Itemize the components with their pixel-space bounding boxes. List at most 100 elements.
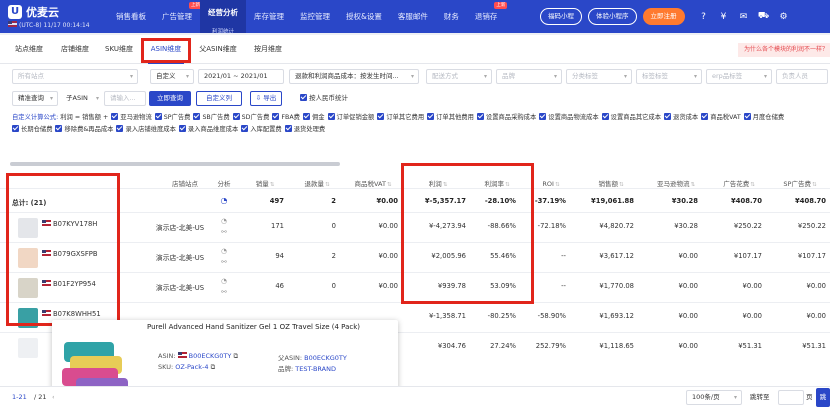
- formula-item[interactable]: 长期仓储费: [12, 124, 52, 136]
- formula-item[interactable]: 佣金: [302, 112, 325, 124]
- date-mode-select[interactable]: 自定义 ▾: [150, 69, 194, 84]
- new-badge: 上新: [494, 2, 508, 9]
- export-icon: ⇩: [255, 94, 262, 102]
- formula-item[interactable]: SP广告费: [154, 112, 190, 124]
- shipping-select[interactable]: 配送方式 ▾: [426, 69, 492, 84]
- checkbox-icon: [664, 113, 672, 120]
- cell-revenue: ¥4,820.72: [599, 222, 634, 230]
- nav-label: 客服邮件: [397, 12, 428, 21]
- cell-refund: 0: [331, 222, 336, 230]
- jump-page-input[interactable]: [778, 390, 804, 405]
- popup-asin-link[interactable]: B00ECKG0TY: [189, 352, 232, 360]
- formula-item[interactable]: 设置商品物流成本: [539, 112, 599, 124]
- brand-select[interactable]: 品牌 ▾: [496, 69, 562, 84]
- formula-item[interactable]: 订单促销金额: [327, 112, 374, 124]
- search-field-select[interactable]: 子ASIN ▾: [60, 91, 104, 106]
- custom-columns-button[interactable]: 自定义列: [196, 91, 242, 106]
- settings-icon[interactable]: ⚙: [777, 12, 791, 22]
- mini-program-button[interactable]: 福码小程: [540, 8, 582, 25]
- formula-item[interactable]: 设置商品其它成本: [601, 112, 661, 124]
- cell-vat: ¥0.00: [378, 282, 398, 290]
- cell-roi: 252.79%: [535, 342, 566, 350]
- tab-parent-asin[interactable]: 父ASIN维度: [194, 35, 242, 64]
- category-select[interactable]: 分类标签 ▾: [566, 69, 632, 84]
- formula-item[interactable]: 移除费&再品成本: [55, 124, 113, 136]
- formula-item[interactable]: 退货成本: [664, 112, 698, 124]
- cell-margin: 27.24%: [490, 342, 516, 350]
- analysis-link-icon[interactable]: ◔ ⚯: [214, 246, 234, 268]
- search-mode-select[interactable]: 精准查询 ▾: [12, 91, 58, 106]
- page-size-select[interactable]: 100条/页 ▾: [686, 390, 742, 405]
- export-button[interactable]: ⇩ 导出: [250, 91, 282, 106]
- horizontal-scrollbar[interactable]: [10, 162, 340, 166]
- cell-qty: 94: [275, 252, 284, 260]
- checkbox-icon: [427, 113, 435, 120]
- cell-margin: -80.25%: [487, 312, 516, 320]
- wallet-icon[interactable]: ¥: [717, 12, 731, 22]
- formula-item[interactable]: FBA费: [272, 112, 300, 124]
- nav-customer-email[interactable]: 客服邮件: [390, 0, 436, 33]
- formula-item[interactable]: 利润 = 销售额 +: [60, 112, 108, 124]
- formula-item[interactable]: 订单其它费用: [377, 112, 424, 124]
- tag-select[interactable]: 标签标签 ▾: [636, 69, 702, 84]
- analysis-link-icon[interactable]: ◔ ⚯: [214, 216, 234, 238]
- tab-sku[interactable]: SKU维度: [100, 35, 138, 64]
- prev-page-button[interactable]: ‹: [52, 391, 55, 404]
- formula-item[interactable]: 录入商品维度成本: [178, 124, 238, 136]
- formula-item[interactable]: 设置商品采购成本: [476, 112, 536, 124]
- copy-icon[interactable]: ⧉: [233, 352, 238, 360]
- logo[interactable]: U 优麦云: [8, 4, 59, 20]
- formula-item[interactable]: 月度仓储费: [743, 112, 784, 124]
- cell-sp: ¥51.31: [802, 342, 826, 350]
- cost-mode-select[interactable]: 退款和利润商品成本：按发生时间... ▾: [289, 69, 419, 84]
- nav-ads-management[interactable]: 广告管理 上新: [154, 0, 202, 33]
- nav-finance[interactable]: 财务: [436, 0, 467, 33]
- page-range: 1-21: [12, 393, 27, 401]
- nav-label: 库存管理: [254, 12, 284, 21]
- go-button[interactable]: 跳: [816, 388, 830, 407]
- tab-monthly[interactable]: 按月维度: [248, 35, 288, 64]
- formula-item[interactable]: 退货处理费: [284, 124, 325, 136]
- highlight-profit-columns: [401, 163, 534, 304]
- profit-formula: 自定义计算公式: 利润 = 销售额 + 亚马逊物流 SP广告费 SB广告费 SD广告费 F…: [12, 112, 827, 136]
- rmb-stats-checkbox[interactable]: 按人民币统计: [294, 91, 356, 106]
- cart-icon[interactable]: ⛟: [757, 11, 771, 22]
- formula-item[interactable]: SD广告费: [232, 112, 269, 124]
- product-thumbnail[interactable]: [18, 338, 38, 358]
- formula-item[interactable]: 亚马逊物流: [111, 112, 152, 124]
- search-input[interactable]: 请输入...: [104, 91, 146, 106]
- nav-inventory[interactable]: 库存管理: [246, 0, 292, 33]
- date-range-picker[interactable]: 2021/01 ~ 2021/01: [198, 69, 284, 84]
- formula-item[interactable]: 商品税VAT: [701, 112, 741, 124]
- formula-item[interactable]: 入库配置费: [241, 124, 282, 136]
- copy-icon[interactable]: ⧉: [211, 363, 216, 371]
- tab-site[interactable]: 站点维度: [8, 35, 50, 64]
- nav-sales-board[interactable]: 销售看板: [108, 0, 154, 33]
- owner-select[interactable]: 负责人员: [776, 69, 828, 84]
- erp-tag-select[interactable]: erp品标签 ▾: [706, 69, 772, 84]
- tab-store[interactable]: 店铺维度: [54, 35, 96, 64]
- cell-ad: ¥250.22: [733, 222, 762, 230]
- analysis-icon[interactable]: ◔: [214, 196, 234, 205]
- formula-item[interactable]: SB广告费: [193, 112, 230, 124]
- nav-monitoring[interactable]: 监控管理: [292, 0, 338, 33]
- nav-business-analysis[interactable]: 经营分析 利润统计: [200, 0, 246, 35]
- trial-button[interactable]: 体验小程序: [588, 8, 637, 25]
- page-total: / 21: [34, 393, 47, 401]
- nav-purchase-sales-stock[interactable]: 退销存 上新: [467, 0, 508, 33]
- checkbox-icon: [178, 125, 186, 132]
- nav-auth-settings[interactable]: 授权&设置: [338, 0, 390, 33]
- checkbox-icon: [284, 125, 292, 132]
- site-select[interactable]: 所有站点 ▾: [12, 69, 138, 84]
- signup-button[interactable]: 立即注册: [642, 8, 685, 25]
- analysis-link-icon[interactable]: ◔ ⚯: [214, 276, 234, 298]
- query-button[interactable]: 立即查询: [149, 91, 191, 106]
- cell-qty: 171: [271, 222, 284, 230]
- message-icon[interactable]: ✉: [737, 12, 751, 22]
- checkbox-icon: [701, 113, 709, 120]
- profit-help-link[interactable]: 为什么各个模块的利润不一样？: [738, 43, 830, 57]
- formula-item[interactable]: 录入店铺维度成本: [116, 124, 176, 136]
- cell-fba: ¥0.00: [678, 312, 698, 320]
- help-icon[interactable]: ?: [697, 12, 711, 22]
- formula-item[interactable]: 订单其他费用: [427, 112, 474, 124]
